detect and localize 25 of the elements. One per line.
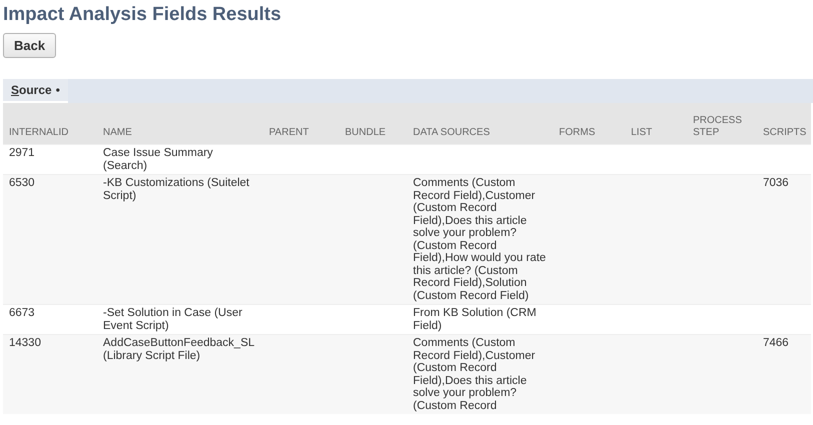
column-header: INTERNALID xyxy=(3,103,97,144)
table-cell: 14330 xyxy=(3,334,97,414)
column-header: DATA SOURCES xyxy=(407,103,553,144)
table-cell: -KB Customizations (Suitelet Script) xyxy=(97,174,263,304)
back-button[interactable]: Back xyxy=(3,33,56,58)
column-header: FORMS xyxy=(553,103,625,144)
table-cell: 2971 xyxy=(3,144,97,174)
table-cell: Comments (Custom Record Field),Customer (Custom Record Field),Does this article solve your problem? (Custom Record Field),How would you rate this article? (Custom Record Field),Solution (Custom Record Field) xyxy=(407,174,553,304)
table-cell: Comments (Custom Record Field),Customer (Custom Record Field),Does this article solve your problem? (Custom Record xyxy=(407,334,553,414)
table-cell: Case Issue Summary (Search) xyxy=(97,144,263,174)
column-header: BUNDLE xyxy=(339,103,407,144)
column-header: PROCESS STEP xyxy=(687,103,757,144)
column-header: NAME xyxy=(97,103,263,144)
column-header: LIST xyxy=(625,103,687,144)
table-cell: -Set Solution in Case (User Event Script) xyxy=(97,304,263,334)
table-cell: 7466 xyxy=(757,334,811,414)
column-header: SCRIPTS xyxy=(757,103,811,144)
table-cell: AddCaseButtonFeedback_SL (Library Script File) xyxy=(97,334,263,414)
page-title: Impact Analysis Fields Results xyxy=(3,3,282,26)
table-cell: 6673 xyxy=(3,304,97,334)
table-cell: From KB Solution (CRM Field) xyxy=(407,304,553,334)
column-header: PARENT xyxy=(263,103,339,144)
table-cell: 7036 xyxy=(757,174,811,304)
source-tab[interactable]: Source • xyxy=(3,79,68,103)
table-cell: 6530 xyxy=(3,174,97,304)
